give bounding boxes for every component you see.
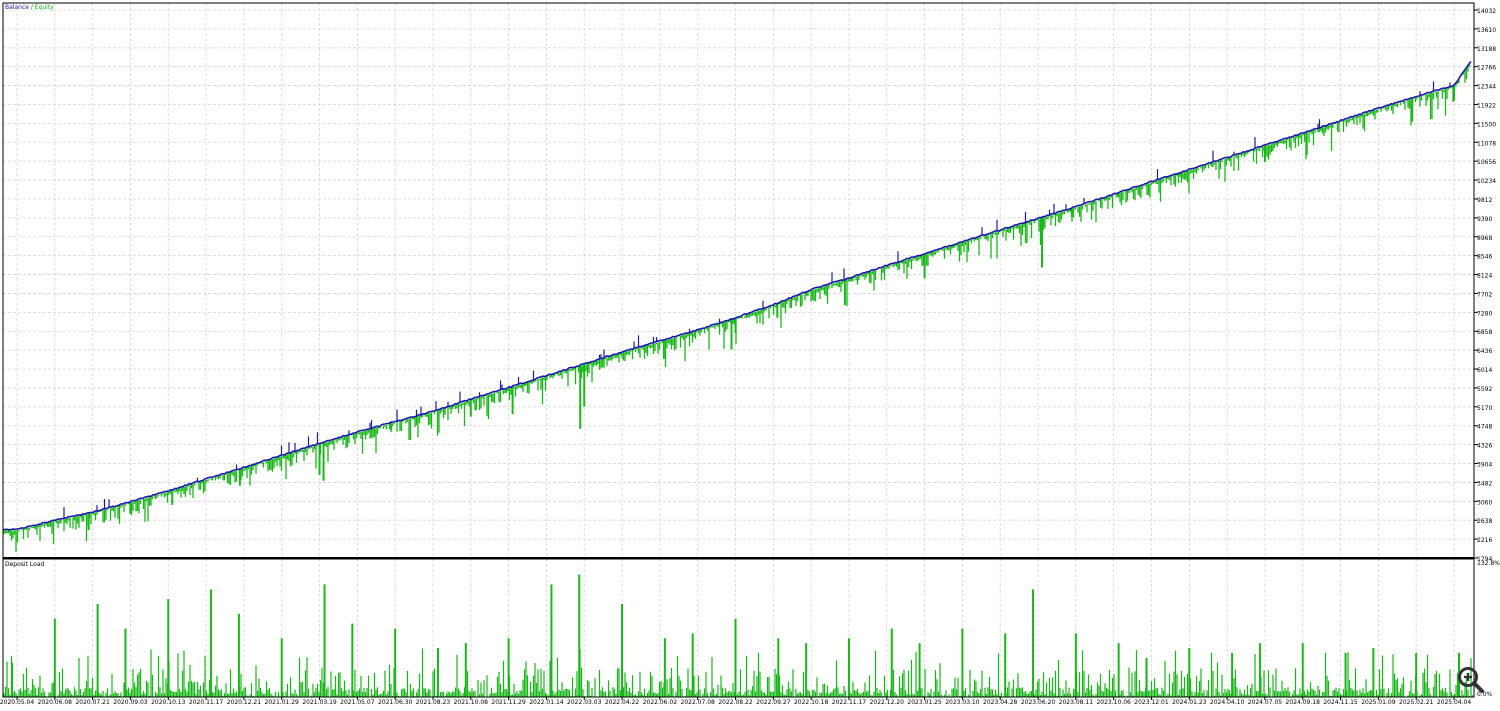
y-tick-label: 9390 (1477, 216, 1492, 223)
y-tick-label: 12344 (1477, 84, 1496, 91)
x-tick-label: 2020.11.17 (189, 699, 224, 706)
x-tick-label: 2024.04.10 (1210, 699, 1245, 706)
y-tick-label: 5592 (1477, 386, 1492, 393)
x-tick-label: 2024.07.05 (1248, 699, 1283, 706)
x-tick-label: 2022.10.18 (794, 699, 829, 706)
x-tick-label: 2023.10.06 (1096, 699, 1131, 706)
x-tick-label: 2022.09.27 (756, 699, 791, 706)
y-tick-label: 4326 (1477, 443, 1492, 450)
equity-texture (3, 64, 1471, 552)
x-tick-label: 2021.11.29 (491, 699, 526, 706)
x-tick-label: 2025.04.04 (1437, 699, 1472, 706)
x-tick-label: 2022.12.20 (870, 699, 905, 706)
x-tick-label: 2021.10.08 (454, 699, 489, 706)
legend-equity: Equity (35, 4, 54, 11)
x-tick-label: 2023.01.25 (907, 699, 942, 706)
y-tick-label: 3904 (1477, 462, 1492, 469)
y-tick-label: 2216 (1477, 537, 1492, 544)
y-tick-label: 5170 (1477, 405, 1492, 412)
y-tick-label: 8124 (1477, 273, 1492, 280)
x-tick-label: 2023.08.11 (1059, 699, 1094, 706)
y-tick-label: 3060 (1477, 499, 1492, 506)
y-tick-label: 10234 (1477, 178, 1496, 185)
x-tick-label: 2021.08.23 (416, 699, 451, 706)
x-tick-label: 2021.01.29 (265, 699, 300, 706)
y-tick-label: 11922 (1477, 102, 1496, 109)
x-tick-label: 2025.01.09 (1361, 699, 1396, 706)
legend-balance: Balance (5, 4, 29, 11)
x-tick-label: 2025.02.21 (1399, 699, 1434, 706)
deposit-load-series (3, 574, 1474, 697)
deposit-load-texture (3, 648, 1474, 697)
x-tick-label: 2023.04.28 (983, 699, 1018, 706)
x-tick-label: 2022.01.14 (529, 699, 564, 706)
y-tick-label: 6436 (1477, 348, 1492, 355)
deposit-load-label: Deposit Load (5, 561, 44, 568)
balance-line (2, 60, 1472, 531)
x-tick-label: 2020.07.21 (75, 699, 110, 706)
x-tick-label: 2022.07.08 (681, 699, 716, 706)
y-tick-label: 13188 (1477, 46, 1496, 53)
y-tick-label: 11078 (1477, 140, 1496, 147)
x-tick-label: 2020.09.03 (113, 699, 148, 706)
y-tick-label: 7280 (1477, 310, 1492, 317)
x-tick-label: 2022.11.17 (832, 699, 867, 706)
x-tick-label: 2020.05.04 (0, 699, 34, 706)
y-tick-label: 6858 (1477, 329, 1492, 336)
equity-series (3, 64, 1471, 552)
x-tick-label: 2023.03.10 (945, 699, 980, 706)
x-tick-label: 2020.06.08 (38, 699, 73, 706)
x-tick-label: 2024.01.23 (1172, 699, 1207, 706)
y-tick-label: 12766 (1477, 65, 1496, 72)
x-tick-label: 2022.08.22 (718, 699, 753, 706)
trading-report-chart: 14032 13610 13188 12766 12344 11922 11500 11078… (0, 0, 1500, 707)
x-tick-label: 2024.09.18 (1286, 699, 1321, 706)
y-tick-label: 14032 (1477, 8, 1496, 15)
deposit-top-label: 132.8% (1477, 560, 1500, 567)
y-tick-label: 9812 (1477, 197, 1492, 204)
y-tick-label: 11500 (1477, 121, 1496, 128)
grid-layer (3, 3, 1478, 700)
x-tick-label: 2020.12.21 (227, 699, 262, 706)
x-tick-label: 2022.04.22 (605, 699, 640, 706)
x-tick-label: 2024.11.15 (1323, 699, 1358, 706)
x-tick-label: 2021.03.19 (302, 699, 337, 706)
text-layer: 14032 13610 13188 12766 12344 11922 11500 11078… (0, 4, 1500, 706)
y-tick-label: 4748 (1477, 424, 1492, 431)
balance-spikes (63, 81, 1451, 519)
x-tick-label: 2023.12.01 (1134, 699, 1169, 706)
x-tick-label: 2020.10.13 (151, 699, 186, 706)
balance-series (2, 60, 1472, 531)
x-tick-label: 2021.05.07 (340, 699, 375, 706)
x-tick-label: 2023.06.20 (1021, 699, 1056, 706)
y-tick-label: 8968 (1477, 235, 1492, 242)
x-tick-label: 2021.06.30 (378, 699, 413, 706)
y-tick-label: 6014 (1477, 367, 1492, 374)
y-tick-label: 13610 (1477, 27, 1496, 34)
y-tick-label: 3482 (1477, 480, 1492, 487)
x-tick-label: 2022.06.02 (643, 699, 678, 706)
zoom-in-icon[interactable] (1457, 666, 1485, 694)
y-tick-label: 10656 (1477, 159, 1496, 166)
chart-svg: 14032 13610 13188 12766 12344 11922 11500 11078… (0, 2, 1500, 706)
deposit-plot-frame (2, 558, 1475, 698)
y-tick-label: 2638 (1477, 518, 1492, 525)
x-tick-label: 2022.03.03 (567, 699, 602, 706)
legend: Balance / Equity (5, 4, 54, 11)
y-tick-label: 7702 (1477, 291, 1492, 298)
y-tick-label: 8546 (1477, 254, 1492, 261)
